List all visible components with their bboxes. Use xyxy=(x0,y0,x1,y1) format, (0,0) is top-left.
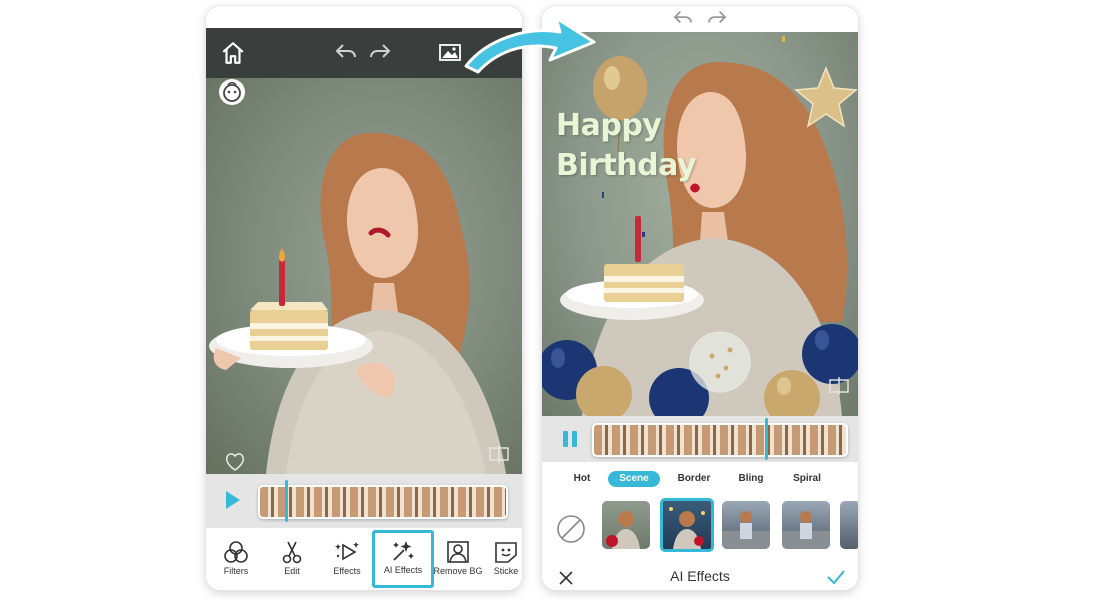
transition-arrow-icon xyxy=(464,16,596,74)
tab-scene[interactable]: Scene xyxy=(608,471,660,487)
video-frames-strip[interactable] xyxy=(592,423,848,457)
tool-ai-effects[interactable]: AI Effects xyxy=(372,530,434,588)
compare-icon[interactable] xyxy=(828,376,850,396)
filters-icon xyxy=(224,541,248,563)
effect-category-tabs: Hot Scene Border Bling Spiral xyxy=(542,462,858,496)
sticker-icon xyxy=(495,542,517,563)
thumbnail-image xyxy=(782,511,830,549)
effects-icon xyxy=(335,542,359,561)
confirm-check-icon[interactable] xyxy=(826,568,846,586)
thumbnail-image xyxy=(606,511,640,549)
tab-spiral[interactable]: Spiral xyxy=(782,471,832,487)
photo-birthday-scene xyxy=(542,36,858,416)
playhead-handle[interactable] xyxy=(284,480,288,522)
beauty-face-icon[interactable] xyxy=(218,78,246,106)
tab-border[interactable]: Border xyxy=(668,471,720,487)
video-timeline xyxy=(542,416,858,462)
pause-icon[interactable] xyxy=(560,429,580,449)
after-screen: Happy Birthday Hot Scene Border Bling Sp… xyxy=(542,6,858,590)
overlay-text-line1: Happy xyxy=(556,108,662,143)
tool-sticker[interactable]: Sticke xyxy=(486,532,522,584)
ai-effects-icon xyxy=(393,541,414,561)
compare-icon[interactable] xyxy=(488,444,510,464)
remove-bg-icon xyxy=(447,541,469,563)
tool-label: Effects xyxy=(333,566,361,576)
effect-thumbnail[interactable] xyxy=(840,501,858,549)
overlay-text-line2: Birthday xyxy=(556,148,697,183)
effect-thumbnail[interactable] xyxy=(602,501,650,549)
tab-hot[interactable]: Hot xyxy=(564,471,600,487)
tool-label: Sticke xyxy=(493,566,519,576)
panel-title: AI Effects xyxy=(670,568,730,584)
heart-icon[interactable] xyxy=(224,452,246,472)
happy-birthday-text: Happy Birthday xyxy=(556,106,697,186)
tool-label: Edit xyxy=(284,566,300,576)
redo-icon[interactable] xyxy=(706,9,728,27)
tool-effects[interactable]: Effects xyxy=(319,532,375,584)
before-screen: Filters Edit Effects AI Effects Remove B… xyxy=(206,6,522,590)
photo-woman-with-cake xyxy=(209,132,506,474)
bottom-bar: AI Effects xyxy=(542,562,858,590)
undo-icon[interactable] xyxy=(672,9,694,27)
tab-bling[interactable]: Bling xyxy=(728,471,774,487)
bottom-toolbar: Filters Edit Effects AI Effects Remove B… xyxy=(206,528,522,590)
photo-preview xyxy=(206,78,522,474)
effect-thumbnail-selected[interactable] xyxy=(660,498,714,552)
undo-icon[interactable] xyxy=(334,42,358,62)
tool-filters[interactable]: Filters xyxy=(208,532,264,584)
tool-remove-bg[interactable]: Remove BG xyxy=(430,532,486,584)
effect-thumbnails xyxy=(542,496,858,562)
thumbnail-image xyxy=(669,507,705,549)
home-icon[interactable] xyxy=(220,40,246,66)
redo-icon[interactable] xyxy=(368,42,392,62)
video-timeline xyxy=(206,474,522,528)
no-effect-icon[interactable] xyxy=(556,514,586,544)
thumbnail-image xyxy=(722,511,770,549)
scissors-icon xyxy=(282,541,302,564)
tool-label: Filters xyxy=(223,566,249,576)
effect-thumbnail[interactable] xyxy=(782,501,830,549)
video-frames-strip[interactable] xyxy=(258,485,508,519)
photo-preview: Happy Birthday xyxy=(542,32,858,416)
play-icon[interactable] xyxy=(224,489,242,511)
tool-label: Remove BG xyxy=(433,566,483,576)
effect-thumbnail[interactable] xyxy=(722,501,770,549)
playhead-handle[interactable] xyxy=(765,418,769,460)
tool-label: AI Effects xyxy=(383,565,423,575)
tool-edit[interactable]: Edit xyxy=(264,532,320,584)
